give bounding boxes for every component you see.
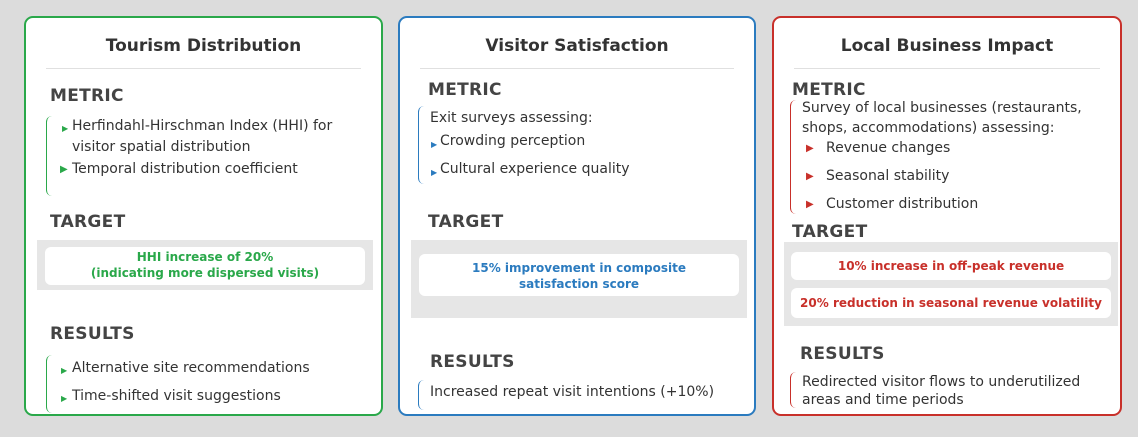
title-divider — [794, 68, 1100, 69]
bullet-arrow-icon: ▶ — [61, 366, 68, 375]
metric-bracket — [46, 116, 57, 196]
metric-item: Cultural experience quality — [440, 161, 630, 177]
metric-bracket — [418, 106, 429, 184]
card-title: Tourism Distribution — [105, 36, 302, 56]
bullet-arrow-icon: ▶ — [62, 124, 69, 133]
target-box: HHI increase of 20% (indicating more dis… — [45, 247, 365, 285]
metric-item: Revenue changes — [826, 140, 951, 156]
title-divider — [420, 68, 734, 69]
target-box: 10% increase in off-peak revenue — [791, 252, 1111, 280]
result-item-continued: areas and time periods — [802, 392, 964, 408]
metric-heading: METRIC — [792, 80, 866, 100]
target-line: 10% increase in off-peak revenue — [837, 259, 1065, 273]
result-item: Redirected visitor flows to underutilize… — [802, 374, 1081, 390]
metric-heading: METRIC — [428, 80, 502, 100]
results-heading: RESULTS — [800, 344, 885, 364]
results-bracket — [790, 372, 801, 408]
metric-heading: METRIC — [50, 86, 124, 106]
card-title: Visitor Satisfaction — [485, 36, 669, 56]
metric-bracket — [790, 100, 801, 214]
target-line: (indicating more dispersed visits) — [90, 266, 320, 280]
metric-intro-continued: shops, accommodations) assessing: — [802, 120, 1055, 136]
results-heading: RESULTS — [50, 324, 135, 344]
bullet-arrow-icon: ▶ — [806, 199, 814, 210]
metric-intro: Exit surveys assessing: — [430, 110, 593, 126]
target-heading: TARGET — [50, 212, 126, 232]
target-box: 15% improvement in composite satisfactio… — [419, 254, 739, 296]
target-line: 20% reduction in seasonal revenue volati… — [800, 296, 1102, 310]
result-item: Increased repeat visit intentions (+10%) — [430, 384, 715, 400]
target-line: satisfaction score — [518, 277, 640, 291]
bullet-arrow-icon: ▶ — [806, 143, 814, 154]
target-heading: TARGET — [428, 212, 504, 232]
metric-item: Customer distribution — [826, 196, 979, 212]
card-title: Local Business Impact — [840, 36, 1054, 56]
title-divider — [46, 68, 361, 69]
metric-item-continued: visitor spatial distribution — [72, 139, 251, 155]
bullet-arrow-icon: ▶ — [60, 164, 68, 175]
target-box: 20% reduction in seasonal revenue volati… — [791, 288, 1111, 318]
bullet-arrow-icon: ▶ — [806, 171, 814, 182]
target-line: 15% improvement in composite — [472, 261, 686, 275]
metric-item: Crowding perception — [440, 133, 586, 149]
results-bracket — [46, 355, 57, 413]
metric-item: Seasonal stability — [826, 168, 950, 184]
result-item: Time-shifted visit suggestions — [72, 388, 281, 404]
local-business-impact-card: Local Business Impact METRIC Survey of l… — [772, 16, 1122, 416]
metric-item: Herfindahl-Hirschman Index (HHI) for — [72, 118, 333, 134]
metric-item: Temporal distribution coefficient — [72, 161, 298, 177]
results-bracket — [418, 380, 429, 410]
result-item: Alternative site recommendations — [72, 360, 310, 376]
target-heading: TARGET — [792, 222, 868, 242]
target-line: HHI increase of 20% — [136, 250, 274, 264]
visitor-satisfaction-card: Visitor Satisfaction METRIC Exit surveys… — [398, 16, 756, 416]
bullet-arrow-icon: ▶ — [61, 394, 68, 403]
bullet-arrow-icon: ▶ — [431, 140, 438, 149]
bullet-arrow-icon: ▶ — [431, 168, 438, 177]
metric-intro: Survey of local businesses (restaurants, — [802, 100, 1082, 116]
tourism-distribution-card: Tourism Distribution METRIC ▶ Herfindahl… — [24, 16, 383, 416]
results-heading: RESULTS — [430, 352, 515, 372]
